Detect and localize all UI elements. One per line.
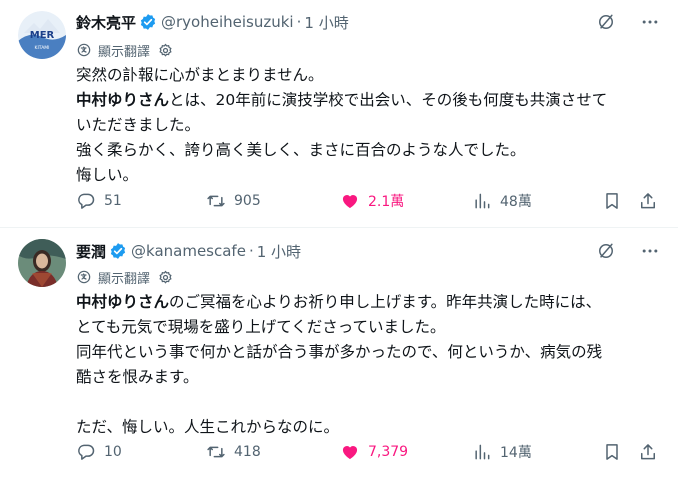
translate-icon xyxy=(77,43,91,57)
gear-icon[interactable] xyxy=(158,270,173,285)
display-name[interactable]: 要潤 xyxy=(76,241,106,262)
reply-button[interactable]: 10 xyxy=(76,440,122,464)
translate-icon xyxy=(77,270,91,284)
repost-icon xyxy=(207,195,225,207)
tweet-line: とても元気で現場を盛り上げてくださっていました。 xyxy=(76,318,446,336)
repost-button[interactable]: 905 xyxy=(206,189,261,213)
share-button[interactable] xyxy=(638,440,658,464)
bookmark-button[interactable] xyxy=(602,440,622,464)
timestamp[interactable]: 1 小時 xyxy=(257,241,301,262)
views-icon xyxy=(475,193,490,209)
grok-icon[interactable] xyxy=(596,12,616,32)
grok-icon[interactable] xyxy=(596,241,616,261)
tweet-text: 突然の訃報に心がまとまりません。 中村ゆりさんとは、20年前に演技学校で出会い、… xyxy=(76,63,660,188)
view-count: 48萬 xyxy=(500,194,532,210)
bookmark-button[interactable] xyxy=(602,189,622,213)
avatar[interactable]: MER KITAMI xyxy=(18,11,66,59)
verified-badge-icon xyxy=(139,13,157,31)
action-bar: 51 905 2.1萬 48萬 xyxy=(76,189,660,213)
verified-badge-icon xyxy=(109,242,127,260)
svg-text:KITAMI: KITAMI xyxy=(35,45,50,51)
views-button[interactable]: 48萬 xyxy=(472,189,532,213)
views-button[interactable]: 14萬 xyxy=(472,440,532,464)
show-translation-link[interactable]: 顯示翻譯 xyxy=(76,267,173,287)
tweet-line: 悔しい。 xyxy=(76,166,139,184)
handle[interactable]: @kanamescafe xyxy=(131,242,246,260)
mentioned-name: 中村ゆりさん xyxy=(76,91,170,109)
action-bar: 10 418 7,379 14萬 xyxy=(76,440,660,464)
like-count: 2.1萬 xyxy=(368,194,405,210)
tweet-line: 強く柔らかく、誇り高く美しく、まさに百合のような人でした。 xyxy=(76,141,526,159)
view-count: 14萬 xyxy=(500,445,532,461)
like-button[interactable]: 2.1萬 xyxy=(340,189,404,213)
tweet-line: 酷さを恨みます。 xyxy=(76,368,199,386)
reply-count: 51 xyxy=(104,193,122,209)
tweet-line: 中村ゆりさんのご冥福を心よりお祈り申し上げます。昨年共演した時には、 xyxy=(76,293,602,311)
separator: · xyxy=(296,13,302,31)
svg-text:MER: MER xyxy=(30,30,55,41)
share-icon xyxy=(641,193,655,209)
share-icon xyxy=(641,444,655,460)
show-translation-label[interactable]: 顯示翻譯 xyxy=(98,268,150,287)
bookmark-icon xyxy=(606,444,618,460)
reply-icon xyxy=(78,444,95,460)
show-translation-link[interactable]: 顯示翻譯 xyxy=(76,40,173,60)
like-count: 7,379 xyxy=(368,444,409,460)
tweet[interactable]: 要潤 @kanamescafe · 1 小時 顯示翻譯 中村ゆりさんのご冥福を心… xyxy=(0,229,678,477)
bookmark-icon xyxy=(606,193,618,209)
heart-icon xyxy=(342,195,358,209)
reply-button[interactable]: 51 xyxy=(76,189,122,213)
tweet-line: ただ、悔しい。人生これからなのに。 xyxy=(76,418,340,436)
tweet-line: 突然の訃報に心がまとまりません。 xyxy=(76,66,324,84)
repost-count: 905 xyxy=(234,193,261,209)
handle[interactable]: @ryoheiheisuzuki xyxy=(161,13,294,31)
like-button[interactable]: 7,379 xyxy=(340,440,408,464)
repost-button[interactable]: 418 xyxy=(206,440,261,464)
mentioned-name: 中村ゆりさん xyxy=(76,293,170,311)
tweet-line: いただきました。 xyxy=(76,116,201,134)
show-translation-label[interactable]: 顯示翻譯 xyxy=(98,41,150,60)
repost-icon xyxy=(207,446,225,458)
reply-icon xyxy=(78,193,95,209)
reply-count: 10 xyxy=(104,444,122,460)
tweet[interactable]: MER KITAMI 鈴木亮平 @ryoheiheisuzuki · 1 小時 … xyxy=(0,0,678,228)
display-name[interactable]: 鈴木亮平 xyxy=(76,12,136,33)
repost-count: 418 xyxy=(234,444,261,460)
views-icon xyxy=(475,444,490,460)
avatar[interactable] xyxy=(18,239,66,287)
share-button[interactable] xyxy=(638,189,658,213)
more-icon[interactable] xyxy=(640,241,660,261)
tweet-line: 同年代という事で何かと話が合う事が多かったので、何というか、病気の残 xyxy=(76,343,603,361)
more-icon[interactable] xyxy=(640,12,660,32)
heart-icon xyxy=(342,446,358,460)
tweet-line: 中村ゆりさんとは、20年前に演技学校で出会い、その後も何度も共演させて xyxy=(76,91,608,109)
gear-icon[interactable] xyxy=(158,43,173,58)
separator: · xyxy=(248,242,254,260)
timestamp[interactable]: 1 小時 xyxy=(304,12,348,33)
tweet-text: 中村ゆりさんのご冥福を心よりお祈り申し上げます。昨年共演した時には、 とても元気… xyxy=(76,290,660,440)
